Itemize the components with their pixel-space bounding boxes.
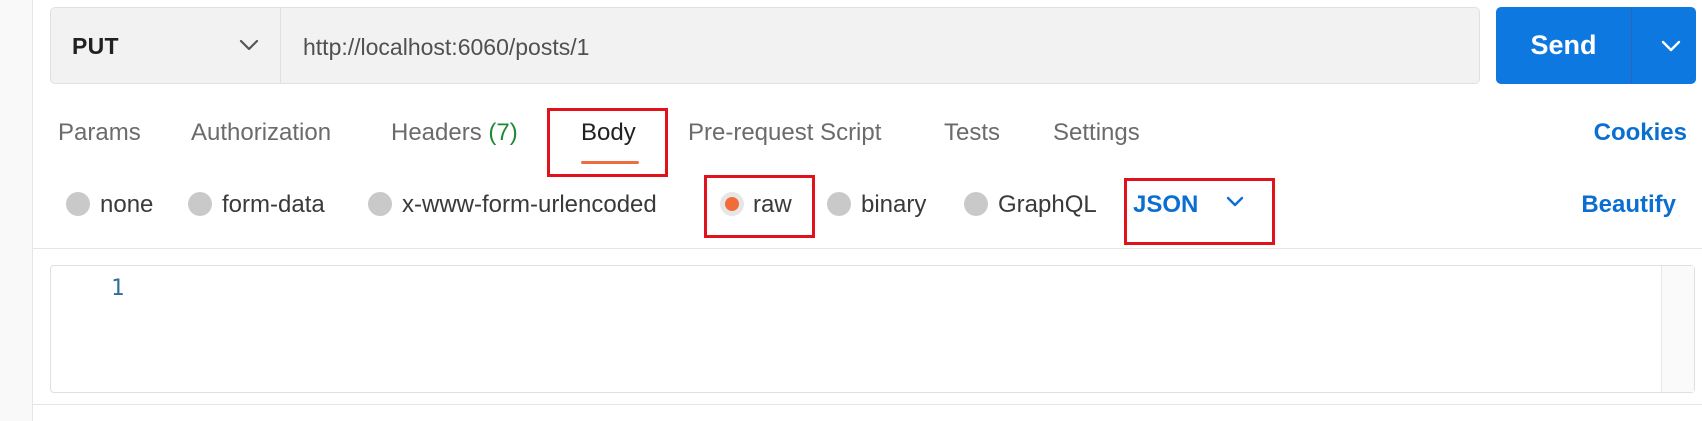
left-gutter [0, 0, 33, 421]
radio-form-data[interactable] [188, 192, 212, 216]
send-button-group: Send [1496, 7, 1696, 84]
radio-none[interactable] [66, 192, 90, 216]
divider [33, 248, 1702, 249]
chevron-down-icon [239, 39, 259, 51]
radio-binary[interactable] [827, 192, 851, 216]
send-button[interactable]: Send [1496, 7, 1631, 84]
highlight-box-raw [704, 175, 815, 238]
tab-tests[interactable]: Tests [944, 119, 1000, 147]
tab-prerequest-script[interactable]: Pre-request Script [688, 119, 881, 147]
method-label: PUT [72, 33, 119, 59]
url-text: http://localhost:6060/posts/1 [303, 34, 590, 60]
tab-headers[interactable]: Headers (7) [391, 119, 518, 147]
headers-count-badge: (7) [488, 119, 518, 146]
highlight-box-body-tab [547, 108, 668, 177]
body-editor[interactable]: 1 [50, 265, 1695, 393]
radio-binary-label[interactable]: binary [861, 191, 926, 219]
send-options-button[interactable] [1646, 7, 1696, 84]
url-input[interactable]: http://localhost:6060/posts/1 [280, 7, 1480, 84]
editor-scrollbar[interactable] [1661, 266, 1694, 392]
beautify-link[interactable]: Beautify [1581, 191, 1676, 219]
radio-form-data-label[interactable]: form-data [222, 191, 325, 219]
cookies-link[interactable]: Cookies [1594, 119, 1687, 147]
method-select[interactable]: PUT [50, 7, 280, 84]
chevron-down-icon [1661, 40, 1681, 52]
tab-authorization[interactable]: Authorization [191, 119, 331, 147]
tab-params[interactable]: Params [58, 119, 141, 147]
highlight-box-json [1124, 178, 1275, 245]
tab-headers-label: Headers [391, 119, 482, 146]
radio-none-label[interactable]: none [100, 191, 153, 219]
tab-settings[interactable]: Settings [1053, 119, 1140, 147]
radio-graphql[interactable] [964, 192, 988, 216]
radio-graphql-label[interactable]: GraphQL [998, 191, 1097, 219]
line-number: 1 [111, 276, 125, 301]
send-divider [1631, 7, 1632, 84]
radio-urlencoded-label[interactable]: x-www-form-urlencoded [402, 191, 657, 219]
radio-urlencoded[interactable] [368, 192, 392, 216]
divider [33, 404, 1702, 405]
